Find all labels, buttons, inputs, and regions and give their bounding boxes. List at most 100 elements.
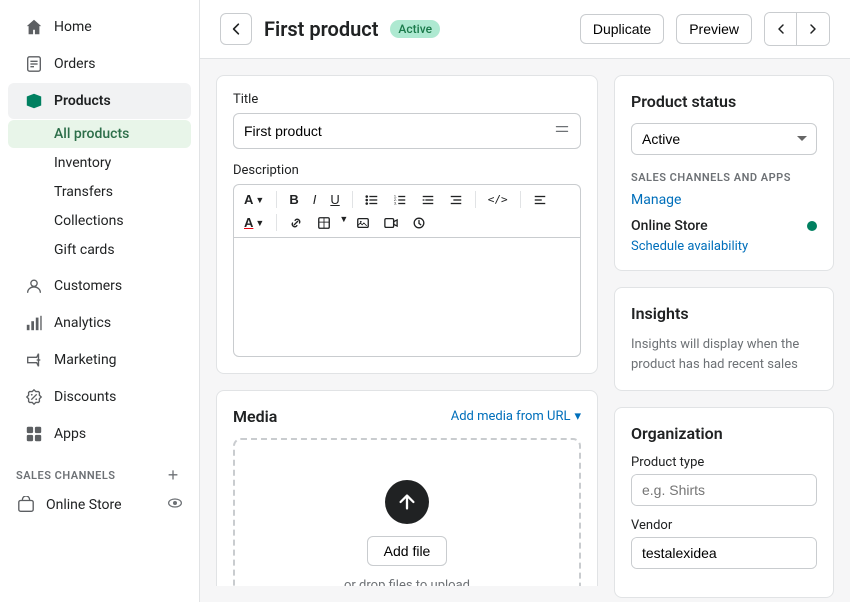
product-type-input[interactable] bbox=[632, 475, 817, 505]
duplicate-button[interactable]: Duplicate bbox=[580, 14, 664, 44]
sidebar-sub-inventory-label: Inventory bbox=[54, 155, 111, 171]
sidebar-analytics-label: Analytics bbox=[54, 315, 111, 331]
sidebar-customers-label: Customers bbox=[54, 278, 122, 294]
marketing-icon bbox=[24, 350, 44, 370]
toolbar-color-btn[interactable]: A ▼ bbox=[238, 212, 270, 233]
add-media-button[interactable]: Add media from URL ▾ bbox=[451, 409, 581, 424]
sales-channels-label: SALES CHANNELS bbox=[16, 469, 116, 482]
orders-icon bbox=[24, 54, 44, 74]
add-file-button[interactable]: Add file bbox=[367, 536, 448, 566]
sidebar-sub-collections[interactable]: Collections bbox=[8, 207, 191, 235]
online-store-status-dot bbox=[807, 221, 817, 231]
toolbar-underline-btn[interactable]: U bbox=[324, 189, 345, 210]
manage-link[interactable]: Manage bbox=[631, 192, 817, 208]
toolbar-align-btn[interactable] bbox=[527, 189, 553, 210]
toolbar-image-btn[interactable] bbox=[350, 212, 376, 233]
add-media-label: Add media from URL bbox=[451, 409, 571, 424]
sidebar: Home Orders Products All products Invent… bbox=[0, 0, 200, 602]
sidebar-sub-collections-label: Collections bbox=[54, 213, 124, 229]
media-title: Media bbox=[233, 407, 277, 426]
toolbar-link-btn[interactable] bbox=[283, 212, 309, 233]
header-left: First product Active bbox=[220, 13, 440, 45]
product-type-label: Product type bbox=[631, 455, 817, 470]
insights-card: Insights Insights will display when the … bbox=[614, 287, 834, 391]
toolbar-font-btn[interactable]: A ▼ bbox=[238, 189, 270, 210]
product-status-select[interactable]: Active Draft bbox=[631, 123, 817, 155]
schedule-availability-link[interactable]: Schedule availability bbox=[631, 239, 748, 254]
online-store-icon bbox=[16, 495, 36, 515]
vendor-label: Vendor bbox=[631, 518, 817, 533]
toolbar-table-btn[interactable] bbox=[311, 212, 337, 233]
sidebar-online-store[interactable]: Online Store bbox=[0, 489, 199, 521]
svg-text:3.: 3. bbox=[394, 200, 397, 205]
product-status-title: Product status bbox=[631, 92, 817, 111]
sidebar-orders-label: Orders bbox=[54, 56, 96, 72]
sidebar-sub-inventory[interactable]: Inventory bbox=[8, 149, 191, 177]
media-card: Media Add media from URL ▾ Add file or d… bbox=[216, 390, 598, 586]
sidebar-home-label: Home bbox=[54, 19, 92, 35]
toolbar-italic-btn[interactable]: I bbox=[307, 189, 323, 210]
sidebar-item-analytics[interactable]: Analytics bbox=[8, 305, 191, 341]
nav-arrows bbox=[764, 12, 830, 46]
toolbar-sep-3 bbox=[475, 191, 476, 208]
sidebar-products-label: Products bbox=[54, 93, 111, 109]
toolbar-ol-btn[interactable]: 1.2.3. bbox=[387, 189, 413, 210]
sidebar-sub-transfers[interactable]: Transfers bbox=[8, 178, 191, 206]
toolbar-clock-btn[interactable] bbox=[406, 212, 432, 233]
next-product-button[interactable] bbox=[797, 13, 829, 45]
expand-icon bbox=[554, 121, 570, 141]
insights-description: Insights will display when the product h… bbox=[631, 335, 817, 374]
main-column: Title Description A ▼ B I U bbox=[216, 75, 598, 586]
customers-icon bbox=[24, 276, 44, 296]
sidebar-apps-label: Apps bbox=[54, 426, 86, 442]
sidebar-item-customers[interactable]: Customers bbox=[8, 268, 191, 304]
sidebar-item-apps[interactable]: Apps bbox=[8, 416, 191, 452]
add-sales-channel-button[interactable]: + bbox=[163, 465, 183, 485]
online-store-row: Online Store bbox=[631, 218, 817, 234]
page-header: First product Active Duplicate Preview bbox=[200, 0, 850, 59]
sidebar-item-orders[interactable]: Orders bbox=[8, 46, 191, 82]
sales-channels-apps-label: SALES CHANNELS AND APPS bbox=[631, 171, 817, 184]
sidebar-marketing-label: Marketing bbox=[54, 352, 117, 368]
toolbar-sep-4 bbox=[520, 191, 521, 208]
status-badge: Active bbox=[390, 20, 440, 38]
apps-icon bbox=[24, 424, 44, 444]
toolbar-indent-btn[interactable] bbox=[415, 189, 441, 210]
drop-text: or drop files to upload bbox=[344, 578, 470, 586]
sidebar-item-discounts[interactable]: Discounts bbox=[8, 379, 191, 415]
prev-product-button[interactable] bbox=[765, 13, 797, 45]
sidebar-item-products[interactable]: Products bbox=[8, 83, 191, 119]
title-input[interactable] bbox=[244, 123, 554, 139]
preview-button[interactable]: Preview bbox=[676, 14, 752, 44]
product-type-field: Product type ▲ ▼ bbox=[631, 455, 817, 506]
product-status-card: Product status Active Draft SALES CHANNE… bbox=[614, 75, 834, 271]
toolbar-sep-2 bbox=[352, 191, 353, 208]
side-column: Product status Active Draft SALES CHANNE… bbox=[614, 75, 834, 586]
organization-title: Organization bbox=[631, 424, 817, 443]
chevron-down-icon: ▾ bbox=[574, 409, 581, 424]
online-store-label: Online Store bbox=[631, 218, 708, 234]
toolbar-video-btn[interactable] bbox=[378, 212, 404, 233]
description-toolbar: A ▼ B I U 1.2.3. bbox=[233, 184, 581, 237]
upload-area[interactable]: Add file or drop files to upload bbox=[233, 438, 581, 586]
analytics-icon bbox=[24, 313, 44, 333]
toolbar-code-btn[interactable]: </> bbox=[482, 189, 514, 210]
toolbar-ul-btn[interactable] bbox=[359, 189, 385, 210]
products-icon bbox=[24, 91, 44, 111]
toolbar-outdent-btn[interactable] bbox=[443, 189, 469, 210]
description-editor[interactable] bbox=[233, 237, 581, 357]
back-button[interactable] bbox=[220, 13, 252, 45]
title-input-wrapper bbox=[233, 113, 581, 149]
toolbar-bold-btn[interactable]: B bbox=[283, 189, 304, 210]
home-icon bbox=[24, 17, 44, 37]
sidebar-sub-gift-cards[interactable]: Gift cards bbox=[8, 236, 191, 264]
sidebar-sub-all-products[interactable]: All products bbox=[8, 120, 191, 148]
sidebar-item-home[interactable]: Home bbox=[8, 9, 191, 45]
sales-channels-section: SALES CHANNELS + bbox=[0, 453, 199, 489]
sidebar-item-marketing[interactable]: Marketing bbox=[8, 342, 191, 378]
product-type-input-wrap: ▲ ▼ bbox=[631, 474, 817, 506]
title-description-card: Title Description A ▼ B I U bbox=[216, 75, 598, 374]
insights-title: Insights bbox=[631, 304, 817, 323]
vendor-input[interactable] bbox=[632, 538, 817, 568]
header-right: Duplicate Preview bbox=[580, 12, 830, 46]
